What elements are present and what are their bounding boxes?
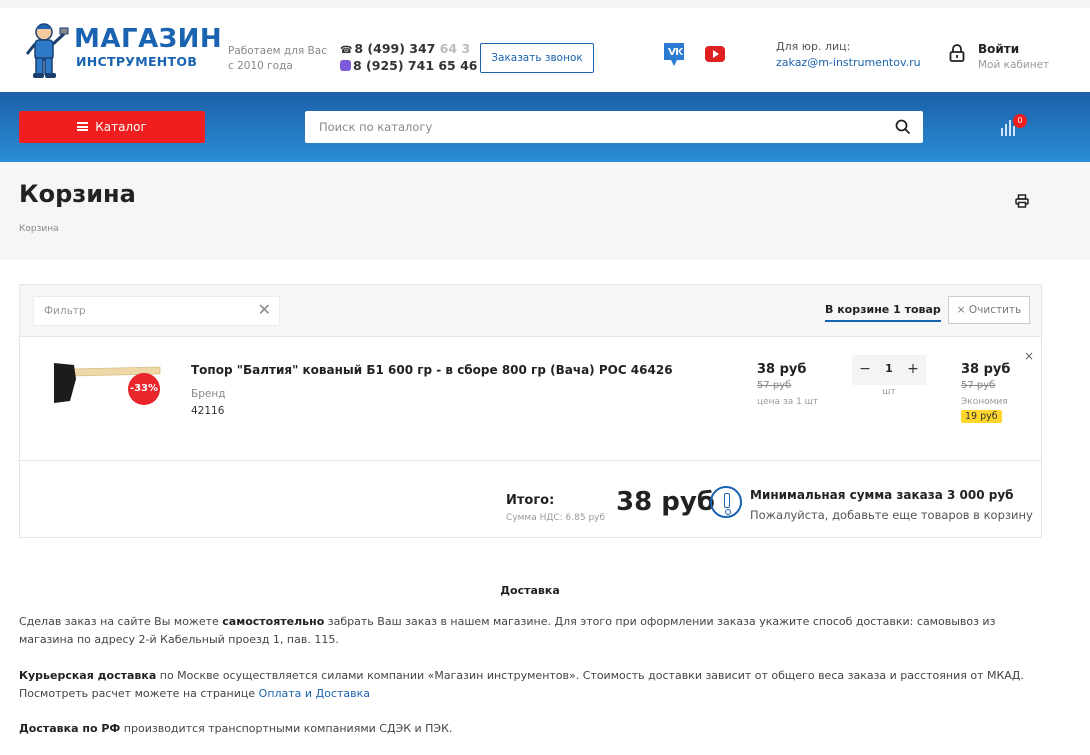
warning-icon xyxy=(710,486,742,518)
brand-label: Бренд xyxy=(191,388,226,400)
viber-icon xyxy=(340,60,351,71)
russia-bold: Доставка по РФ xyxy=(19,722,121,735)
mascot-icon xyxy=(25,23,69,78)
pickup-text-start: Сделав заказ на сайте Вы можете xyxy=(19,615,223,628)
clear-cart-button[interactable]: × Очистить xyxy=(948,296,1030,324)
search-input[interactable] xyxy=(305,111,865,143)
cart-panel: ✕ В корзине 1 товар × Очистить -33% Топо… xyxy=(19,284,1042,538)
delivery-pickup-paragraph: Сделав заказ на сайте Вы можете самостоя… xyxy=(19,613,1044,649)
print-icon[interactable] xyxy=(1015,194,1029,208)
decrease-quantity-button[interactable]: − xyxy=(858,361,872,377)
discount-badge: -33% xyxy=(128,373,160,405)
unit-old-price: 57 руб xyxy=(757,380,792,391)
product-name[interactable]: Топор "Балтия" кованый Б1 600 гр - в сбо… xyxy=(191,363,673,377)
legal-label: Для юр. лиц: xyxy=(776,40,851,53)
logo-subtitle: ИНСТРУМЕНТОВ xyxy=(76,54,198,69)
site-header: МАГАЗИН ИНСТРУМЕНТОВ Работаем для Вас с … xyxy=(0,0,1090,92)
menu-icon xyxy=(77,122,89,131)
unit-price: 38 руб xyxy=(757,362,807,377)
phones: ☎ 8 (499) 347 64 3 8 (925) 741 65 46 xyxy=(340,41,478,73)
min-order-text: Пожалуйста, добавьте еще товаров в корзи… xyxy=(750,508,1033,522)
phone-1-main: 8 (499) 347 xyxy=(354,41,436,56)
callback-button[interactable]: Заказать звонок xyxy=(480,43,594,73)
delivery-courier-paragraph: Курьерская доставка по Москве осуществля… xyxy=(19,667,1044,703)
youtube-icon[interactable] xyxy=(705,46,725,62)
tab-in-cart[interactable]: В корзине 1 товар xyxy=(825,303,941,322)
brand-code: 42116 xyxy=(191,405,225,417)
login-title: Войти xyxy=(978,42,1020,56)
cart-count-badge: 0 xyxy=(1013,114,1027,128)
page-title: Корзина xyxy=(19,180,136,208)
phone-1[interactable]: ☎ 8 (499) 347 64 3 xyxy=(340,41,478,58)
cart-summary: Итого: Сумма НДС: 6.85 руб 38 руб Минима… xyxy=(20,462,1041,538)
economy-label: Экономия xyxy=(961,397,1008,407)
since-text: Работаем для Вас с 2010 года xyxy=(228,44,327,74)
quantity-value[interactable]: 1 xyxy=(878,362,900,375)
since-line2: с 2010 года xyxy=(228,60,293,72)
title-area: Корзина Корзина xyxy=(0,162,1090,260)
courier-text: по Москве осуществляется силами компании… xyxy=(19,669,1024,700)
phone-2[interactable]: 8 (925) 741 65 46 xyxy=(340,58,478,73)
quantity-unit: шт xyxy=(882,387,896,397)
pickup-bold: самостоятельно xyxy=(222,615,325,628)
search-box xyxy=(305,111,923,143)
vk-icon[interactable] xyxy=(661,40,687,68)
cart-item: -33% Топор "Балтия" кованый Б1 600 гр - … xyxy=(20,337,1041,461)
vat-amount: Сумма НДС: 6.85 руб xyxy=(506,513,606,523)
phone-2-number: 8 (925) 741 65 46 xyxy=(353,58,478,73)
nav-bar: Каталог xyxy=(0,92,1090,165)
search-icon[interactable] xyxy=(895,119,911,135)
min-order-title: Минимальная сумма заказа 3 000 руб xyxy=(750,488,1014,502)
phone-icon: ☎ xyxy=(340,45,353,56)
logo-title: МАГАЗИН xyxy=(74,24,223,54)
payment-delivery-link[interactable]: Оплата и Доставка xyxy=(259,687,370,700)
catalog-button[interactable]: Каталог xyxy=(19,111,205,143)
delivery-russia-paragraph: Доставка по РФ производится транспортным… xyxy=(19,720,1044,738)
logo[interactable]: МАГАЗИН ИНСТРУМЕНТОВ xyxy=(22,20,222,80)
legal-contact: Для юр. лиц: zakaz@m-instrumentov.ru xyxy=(776,39,921,71)
login-subtitle: Мой кабинет xyxy=(978,59,1050,71)
total-amount: 38 руб xyxy=(616,487,715,517)
filter-box: ✕ xyxy=(33,296,280,326)
economy-badge: 19 руб xyxy=(961,410,1002,423)
legal-email-link[interactable]: zakaz@m-instrumentov.ru xyxy=(776,56,921,69)
delivery-heading: Доставка xyxy=(500,584,560,597)
item-total-price: 38 руб xyxy=(961,362,1011,377)
breadcrumb[interactable]: Корзина xyxy=(19,224,59,234)
close-icon[interactable]: ✕ xyxy=(258,302,271,318)
remove-item-button[interactable]: × xyxy=(1024,349,1034,363)
courier-bold: Курьерская доставка xyxy=(19,669,157,682)
cart-toolbar: ✕ В корзине 1 товар × Очистить xyxy=(20,285,1041,337)
increase-quantity-button[interactable]: + xyxy=(906,361,920,377)
lock-icon xyxy=(949,44,965,62)
item-total-old-price: 57 руб xyxy=(961,380,996,391)
russia-text: производится транспортными компаниями СД… xyxy=(120,722,453,735)
phone-1-faded: 64 3 xyxy=(435,41,471,56)
since-line1: Работаем для Вас xyxy=(228,45,327,57)
filter-input[interactable] xyxy=(34,297,244,325)
unit-price-label: цена за 1 шт xyxy=(757,397,819,407)
total-label: Итого: xyxy=(506,493,555,508)
quantity-stepper: − 1 + xyxy=(852,355,926,385)
catalog-label: Каталог xyxy=(95,120,147,134)
